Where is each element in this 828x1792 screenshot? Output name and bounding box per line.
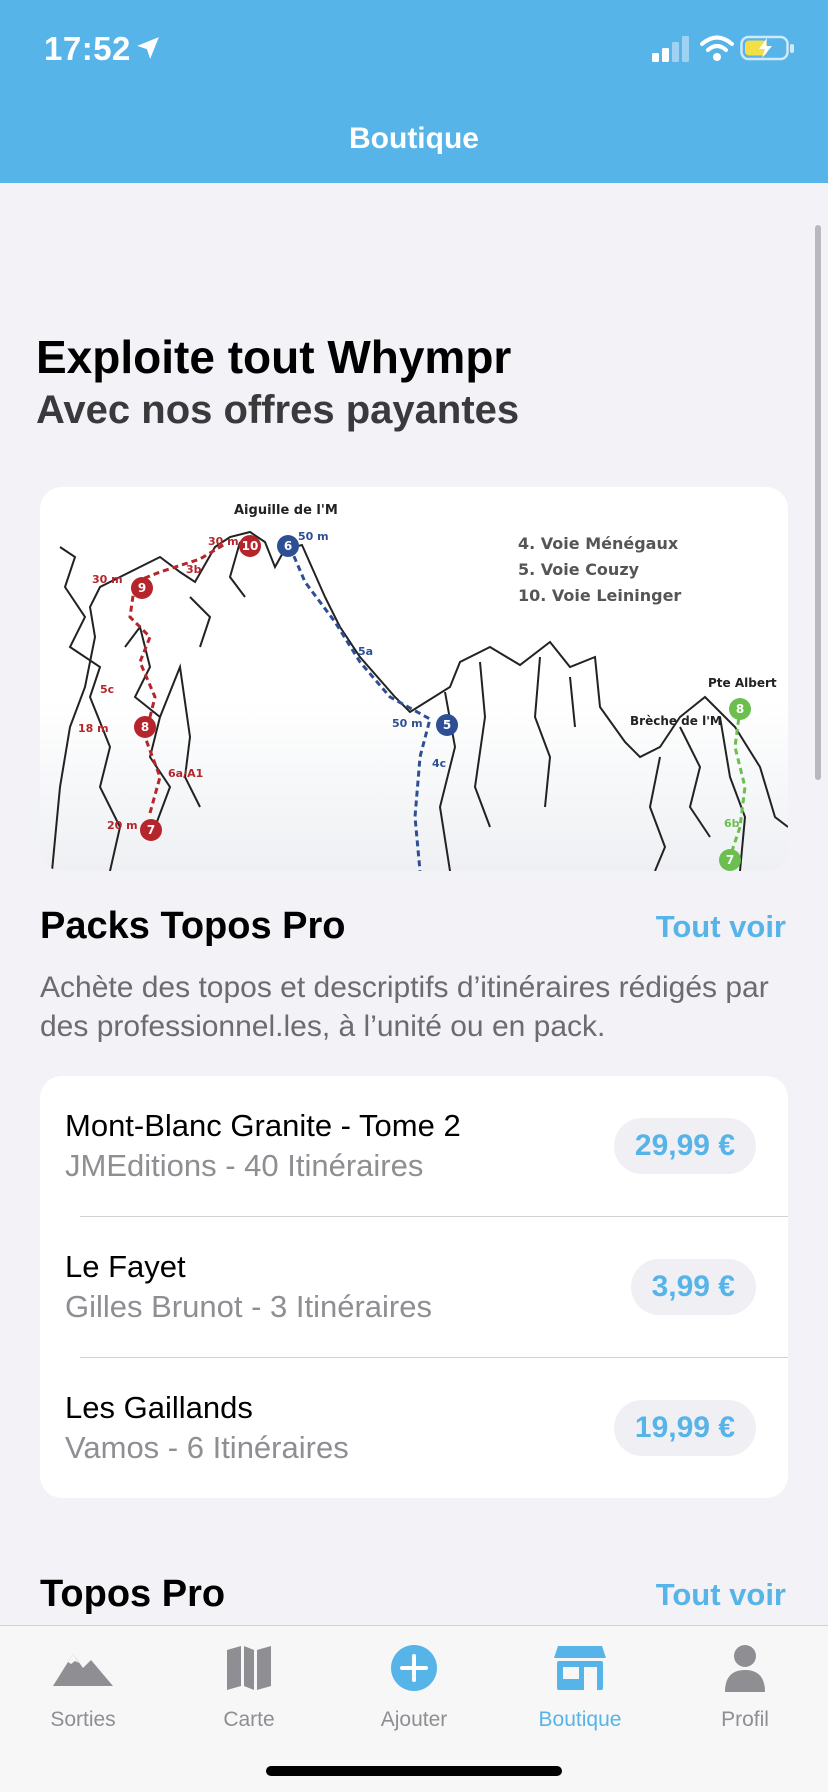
navigation-header: 17:52 Boutique [0, 0, 828, 183]
tab-sorties[interactable]: Sorties [0, 1626, 166, 1746]
pte-albert-label: Pte Albert [708, 676, 777, 690]
battery-charging-icon [740, 35, 794, 61]
breche-label: Brèche de l'M [630, 714, 722, 728]
svg-text:5c: 5c [100, 683, 114, 696]
location-arrow-icon [137, 37, 159, 59]
svg-text:50 m: 50 m [392, 717, 423, 730]
tab-label: Profil [721, 1708, 769, 1731]
tab-label: Sorties [50, 1708, 116, 1731]
svg-text:7: 7 [147, 823, 155, 837]
plus-circle-icon [391, 1645, 437, 1691]
topo-drawing: Aiguille de l'M 4. Voie Ménégaux 5. Voie… [51, 503, 788, 871]
svg-text:8: 8 [141, 720, 149, 734]
mountain-icon [53, 1654, 113, 1686]
svg-text:3b: 3b [186, 563, 202, 576]
svg-text:5a: 5a [358, 645, 373, 658]
cellular-signal-icon [652, 36, 689, 62]
packs-list: Mont-Blanc Granite - Tome 2 JMEditions -… [40, 1076, 788, 1498]
svg-text:4c: 4c [432, 757, 446, 770]
tab-label: Carte [223, 1708, 275, 1731]
svg-text:10: 10 [242, 539, 259, 553]
hero-subtitle: Avec nos offres payantes [36, 388, 520, 432]
wifi-icon [700, 35, 734, 61]
status-time: 17:52 [44, 30, 131, 67]
pack-row-le-fayet[interactable]: Le Fayet Gilles Brunot - 3 Itinéraires 3… [40, 1217, 788, 1357]
pack-subtitle: Vamos - 6 Itinéraires [65, 1430, 349, 1465]
legend-item-leininger: 10. Voie Leininger [518, 586, 681, 605]
tab-label: Boutique [538, 1708, 622, 1731]
summit-label: Aiguille de l'M [234, 503, 338, 518]
tab-boutique[interactable]: Boutique [497, 1626, 663, 1746]
home-indicator[interactable] [266, 1766, 562, 1776]
packs-description: Achète des topos et descriptifs d’itinér… [40, 971, 769, 1043]
scroll-indicator[interactable] [815, 225, 821, 780]
svg-text:5: 5 [443, 718, 451, 732]
map-icon [227, 1646, 271, 1690]
tab-carte[interactable]: Carte [166, 1626, 332, 1746]
legend-item-couzy: 5. Voie Couzy [518, 560, 640, 579]
page-title: Boutique [349, 122, 479, 155]
svg-text:7: 7 [726, 853, 734, 867]
svg-text:9: 9 [138, 581, 146, 595]
svg-text:30 m: 30 m [92, 573, 123, 586]
person-icon [725, 1645, 765, 1692]
hero-title: Exploite tout Whympr [36, 331, 512, 383]
tab-profil[interactable]: Profil [662, 1626, 828, 1746]
tab-ajouter[interactable]: Ajouter [331, 1626, 497, 1746]
legend-item-menegaux: 4. Voie Ménégaux [518, 534, 679, 553]
svg-text:18 m: 18 m [78, 722, 109, 735]
packs-see-all-link[interactable]: Tout voir [656, 909, 786, 945]
pack-row-les-gaillands[interactable]: Les Gaillands Vamos - 6 Itinéraires 19,9… [40, 1358, 788, 1498]
price-button[interactable]: 29,99 € [613, 1118, 756, 1174]
topos-pro-section-title: Topos Pro [40, 1573, 226, 1615]
topos-pro-see-all-link[interactable]: Tout voir [656, 1577, 786, 1613]
topo-illustration[interactable]: Aiguille de l'M 4. Voie Ménégaux 5. Voie… [40, 487, 788, 871]
pack-title: Mont-Blanc Granite - Tome 2 [65, 1108, 461, 1143]
svg-text:6a/A1: 6a/A1 [168, 767, 203, 780]
pack-title: Les Gaillands [65, 1390, 253, 1425]
price-button[interactable]: 19,99 € [613, 1400, 756, 1456]
pack-subtitle: Gilles Brunot - 3 Itinéraires [65, 1289, 432, 1324]
pack-subtitle: JMEditions - 40 Itinéraires [65, 1148, 424, 1183]
svg-text:30 m: 30 m [208, 535, 239, 548]
shop-icon [554, 1646, 606, 1690]
tab-label: Ajouter [380, 1708, 448, 1731]
svg-text:50 m: 50 m [298, 530, 329, 543]
svg-text:20 m: 20 m [107, 819, 138, 832]
svg-text:8: 8 [736, 702, 744, 716]
pack-row-mont-blanc[interactable]: Mont-Blanc Granite - Tome 2 JMEditions -… [40, 1076, 788, 1216]
price-button[interactable]: 3,99 € [630, 1259, 756, 1315]
svg-text:6b: 6b [724, 817, 740, 830]
svg-text:6: 6 [284, 539, 292, 553]
packs-section-title: Packs Topos Pro [40, 905, 346, 947]
pack-title: Le Fayet [65, 1249, 186, 1284]
